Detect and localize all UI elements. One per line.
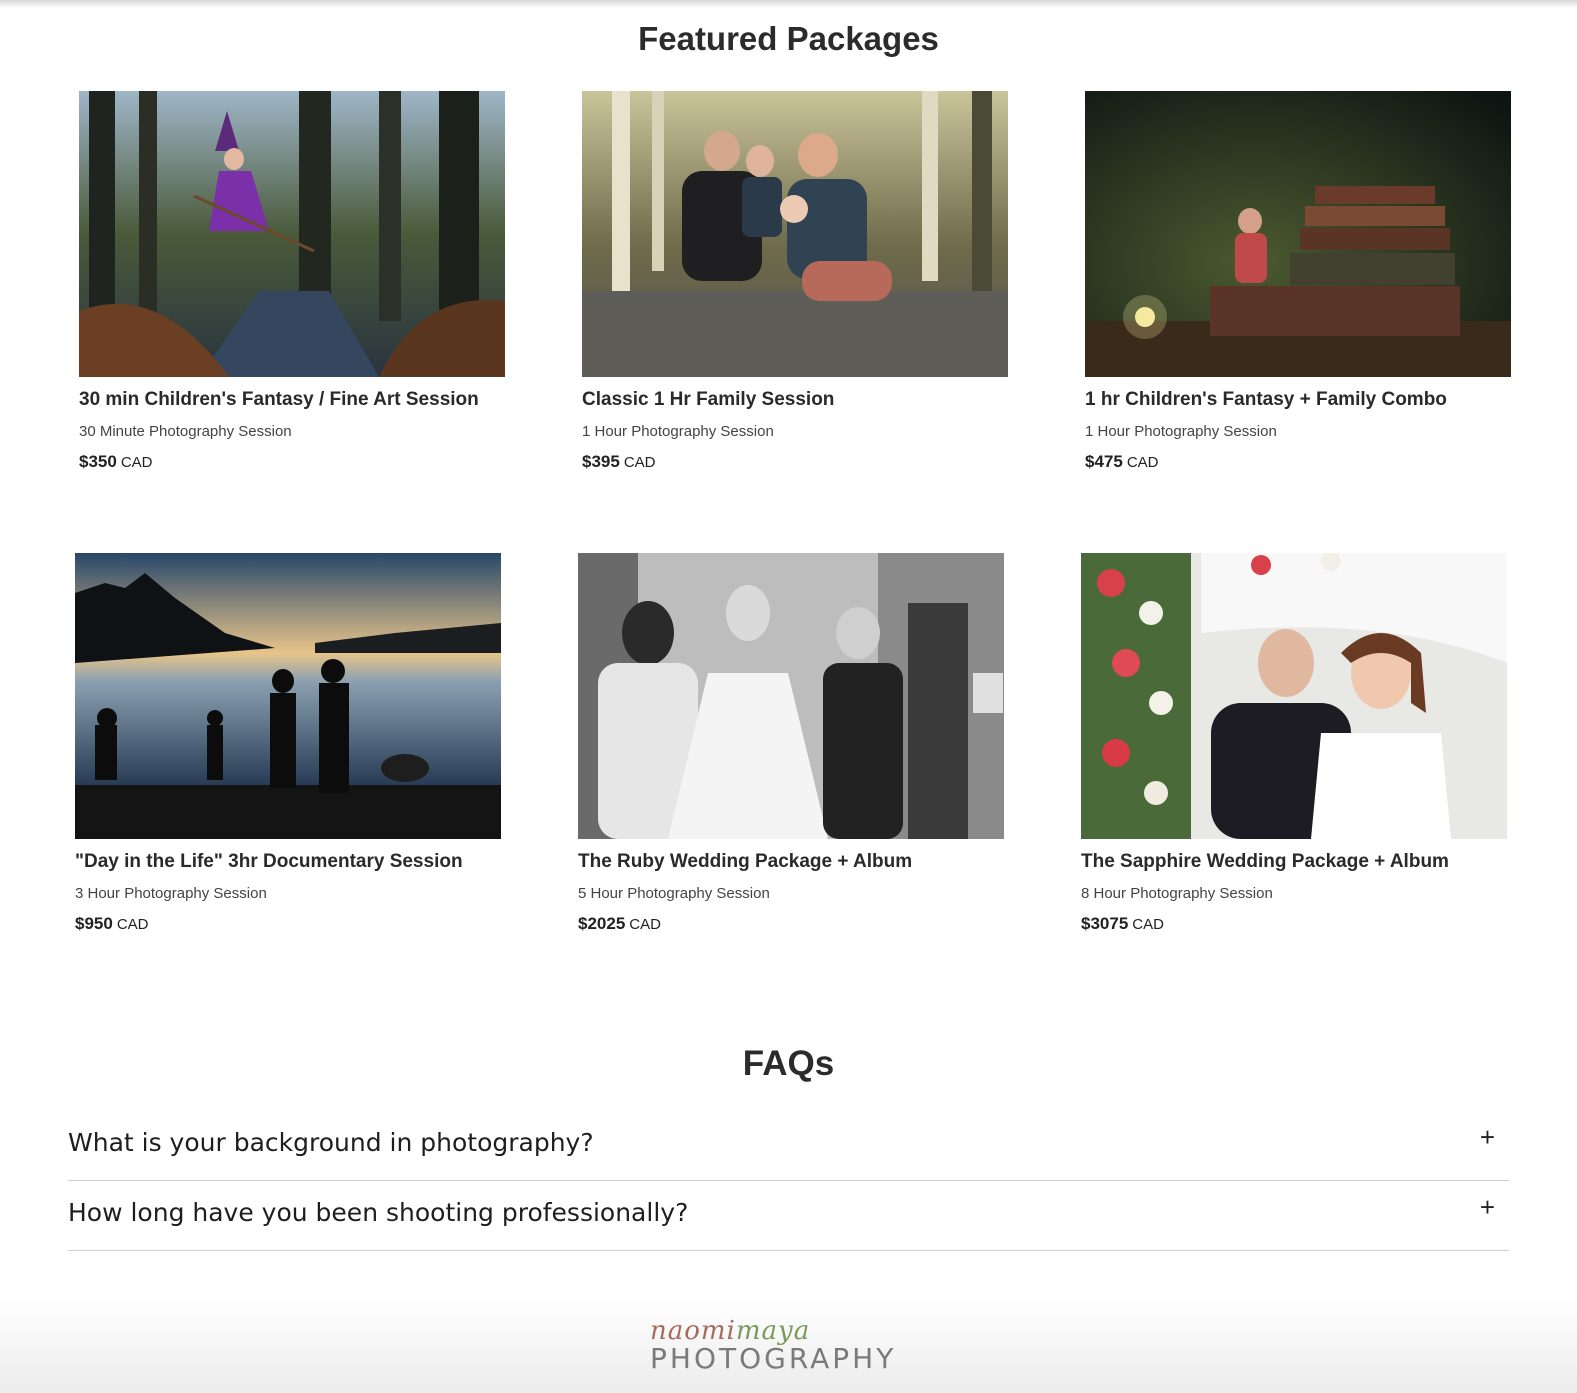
package-name[interactable]: "Day in the Life" 3hr Documentary Sessio…: [75, 851, 501, 873]
package-subtitle: 5 Hour Photography Session: [578, 885, 770, 902]
package-subtitle: 30 Minute Photography Session: [79, 423, 292, 440]
package-photo-family-woods[interactable]: [582, 91, 1008, 377]
price-currency: CAD: [1132, 916, 1164, 933]
package-name[interactable]: The Ruby Wedding Package + Album: [578, 851, 1004, 873]
price-currency: CAD: [629, 916, 661, 933]
package-name[interactable]: 30 min Children's Fantasy / Fine Art Ses…: [79, 389, 505, 411]
logo-wordmark: PHOTOGRAPHY: [650, 1342, 897, 1375]
price-amount: $475: [1085, 452, 1123, 471]
package-card[interactable]: 30 min Children's Fantasy / Fine Art Ses…: [79, 91, 505, 472]
expand-plus-icon[interactable]: +: [1480, 1192, 1495, 1223]
price-amount: $2025: [578, 914, 626, 933]
package-photo-witch-forest[interactable]: [79, 91, 505, 377]
package-price: $395 CAD: [582, 452, 1008, 472]
price-currency: CAD: [116, 916, 149, 933]
package-subtitle: 8 Hour Photography Session: [1081, 885, 1273, 902]
package-name[interactable]: Classic 1 Hr Family Session: [582, 389, 1008, 411]
featured-packages-title: Featured Packages: [638, 20, 939, 57]
page: Featured Packages 30 min Children's Fant…: [0, 0, 1577, 1393]
package-price: $950 CAD: [75, 914, 501, 934]
package-price: $475 CAD: [1085, 452, 1511, 472]
package-photo-lake-silhouette[interactable]: [75, 553, 501, 839]
package-subtitle: 1 Hour Photography Session: [582, 423, 774, 440]
package-card[interactable]: The Ruby Wedding Package + Album 5 Hour …: [578, 553, 1004, 934]
footer: naomimaya PHOTOGRAPHY: [0, 1296, 1577, 1393]
price-currency: CAD: [623, 454, 656, 471]
package-photo-bride-getting-ready[interactable]: [578, 553, 1004, 839]
package-card[interactable]: The Sapphire Wedding Package + Album 8 H…: [1081, 553, 1507, 934]
package-name[interactable]: 1 hr Children's Fantasy + Family Combo: [1085, 389, 1511, 411]
package-price: $350 CAD: [79, 452, 505, 472]
price-amount: $3075: [1081, 914, 1129, 933]
expand-plus-icon[interactable]: +: [1480, 1122, 1495, 1153]
package-price: $3075 CAD: [1081, 914, 1507, 934]
package-subtitle: 3 Hour Photography Session: [75, 885, 267, 902]
price-currency: CAD: [120, 454, 153, 471]
faq-item-experience[interactable]: How long have you been shooting professi…: [68, 1182, 1509, 1251]
price-amount: $395: [582, 452, 620, 471]
package-price: $2025 CAD: [578, 914, 1004, 934]
brand-logo[interactable]: naomimaya PHOTOGRAPHY: [650, 1316, 930, 1380]
price-currency: CAD: [1126, 454, 1159, 471]
top-shadow: [0, 0, 1577, 8]
package-photo-wedding-couple[interactable]: [1081, 553, 1507, 839]
package-photo-fairy-books[interactable]: [1085, 91, 1511, 377]
faq-item-background[interactable]: What is your background in photography? …: [68, 1112, 1509, 1181]
price-amount: $350: [79, 452, 117, 471]
package-subtitle: 1 Hour Photography Session: [1085, 423, 1277, 440]
package-card[interactable]: "Day in the Life" 3hr Documentary Sessio…: [75, 553, 501, 934]
faq-question[interactable]: What is your background in photography?: [68, 1128, 594, 1157]
package-name[interactable]: The Sapphire Wedding Package + Album: [1081, 851, 1507, 873]
faqs-title: FAQs: [742, 1044, 835, 1083]
package-card[interactable]: Classic 1 Hr Family Session 1 Hour Photo…: [582, 91, 1008, 472]
faq-question[interactable]: How long have you been shooting professi…: [68, 1198, 688, 1227]
price-amount: $950: [75, 914, 113, 933]
package-card[interactable]: 1 hr Children's Fantasy + Family Combo 1…: [1085, 91, 1511, 472]
